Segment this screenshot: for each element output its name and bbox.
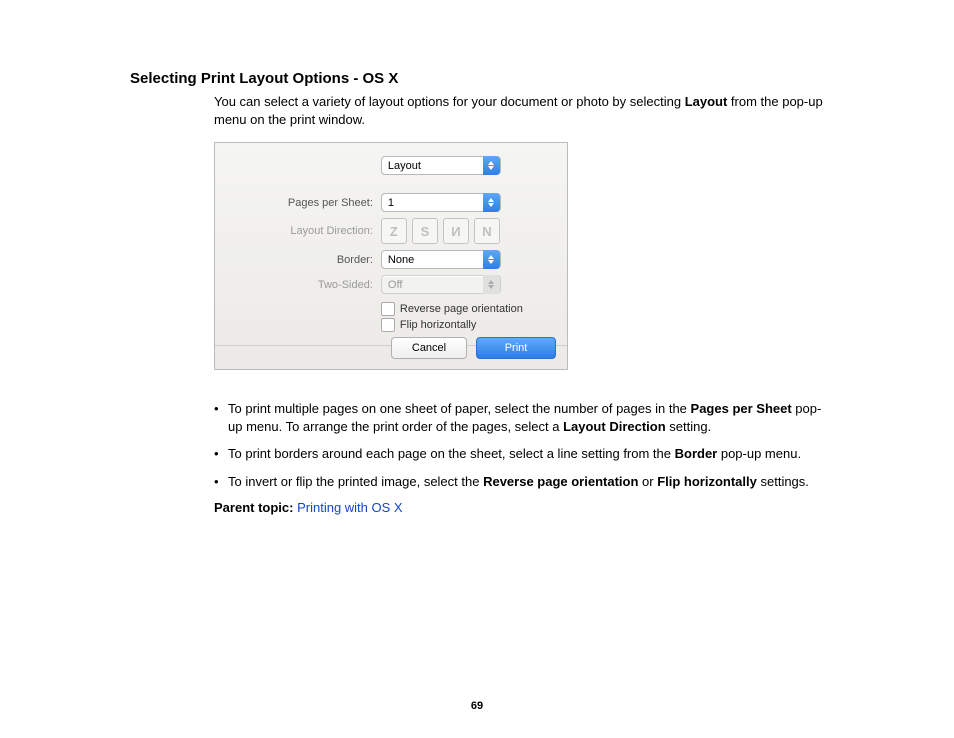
border-label: Border: <box>215 247 377 272</box>
bold: Reverse page orientation <box>483 474 638 489</box>
panel-popup-value: Layout <box>388 160 421 172</box>
panel-popup[interactable]: Layout <box>381 156 501 175</box>
intro-bold: Layout <box>685 94 728 109</box>
reverse-orientation-label: Reverse page orientation <box>400 303 523 315</box>
bold: Border <box>675 446 718 461</box>
border-popup[interactable]: None <box>381 250 501 269</box>
list-item: To print borders around each page on the… <box>214 445 824 463</box>
text: To print borders around each page on the… <box>228 446 675 461</box>
text: To print multiple pages on one sheet of … <box>228 401 691 416</box>
two-sided-popup: Off <box>381 275 501 294</box>
two-sided-label: Two-Sided: <box>215 272 377 297</box>
pages-per-sheet-popup[interactable]: 1 <box>381 193 501 212</box>
parent-topic-link[interactable]: Printing with OS X <box>297 500 403 515</box>
parent-topic-label: Parent topic: <box>214 500 293 515</box>
layout-direction-3[interactable]: И <box>443 218 469 244</box>
list-item: To invert or flip the printed image, sel… <box>214 473 824 491</box>
page-heading: Selecting Print Layout Options - OS X <box>130 70 824 87</box>
pages-per-sheet-value: 1 <box>388 197 394 209</box>
chevron-updown-icon <box>483 193 500 212</box>
chevron-updown-icon <box>483 275 500 294</box>
reverse-orientation-row: Reverse page orientation <box>381 302 563 316</box>
layout-direction-label: Layout Direction: <box>215 215 377 247</box>
parent-topic: Parent topic: Printing with OS X <box>214 500 824 515</box>
list-item: To print multiple pages on one sheet of … <box>214 400 824 435</box>
bold: Flip horizontally <box>657 474 757 489</box>
chevron-updown-icon <box>483 156 500 175</box>
layout-direction-2[interactable]: S <box>412 218 438 244</box>
reverse-orientation-checkbox[interactable] <box>381 302 395 316</box>
intro-text: You can select a variety of layout optio… <box>214 93 824 128</box>
text: pop-up menu. <box>717 446 801 461</box>
layout-direction-1[interactable]: Z <box>381 218 407 244</box>
intro-part1: You can select a variety of layout optio… <box>214 94 685 109</box>
text: To invert or flip the printed image, sel… <box>228 474 483 489</box>
bold: Pages per Sheet <box>691 401 792 416</box>
flip-horizontally-row: Flip horizontally <box>381 318 563 332</box>
two-sided-value: Off <box>388 279 402 291</box>
bold: Layout Direction <box>563 419 666 434</box>
text: setting. <box>666 419 712 434</box>
page-number: 69 <box>0 700 954 712</box>
print-button[interactable]: Print <box>476 337 556 359</box>
flip-horizontally-checkbox[interactable] <box>381 318 395 332</box>
flip-horizontally-label: Flip horizontally <box>400 319 476 331</box>
pages-per-sheet-label: Pages per Sheet: <box>215 190 377 215</box>
layout-direction-group: Z S И N <box>381 218 500 244</box>
cancel-button[interactable]: Cancel <box>391 337 467 359</box>
print-dialog-screenshot: Layout Pages per Sheet: 1 Layout Directi… <box>214 142 568 370</box>
instruction-list: To print multiple pages on one sheet of … <box>214 400 824 490</box>
chevron-updown-icon <box>483 250 500 269</box>
layout-direction-4[interactable]: N <box>474 218 500 244</box>
border-value: None <box>388 254 414 266</box>
text: or <box>638 474 657 489</box>
text: settings. <box>757 474 809 489</box>
